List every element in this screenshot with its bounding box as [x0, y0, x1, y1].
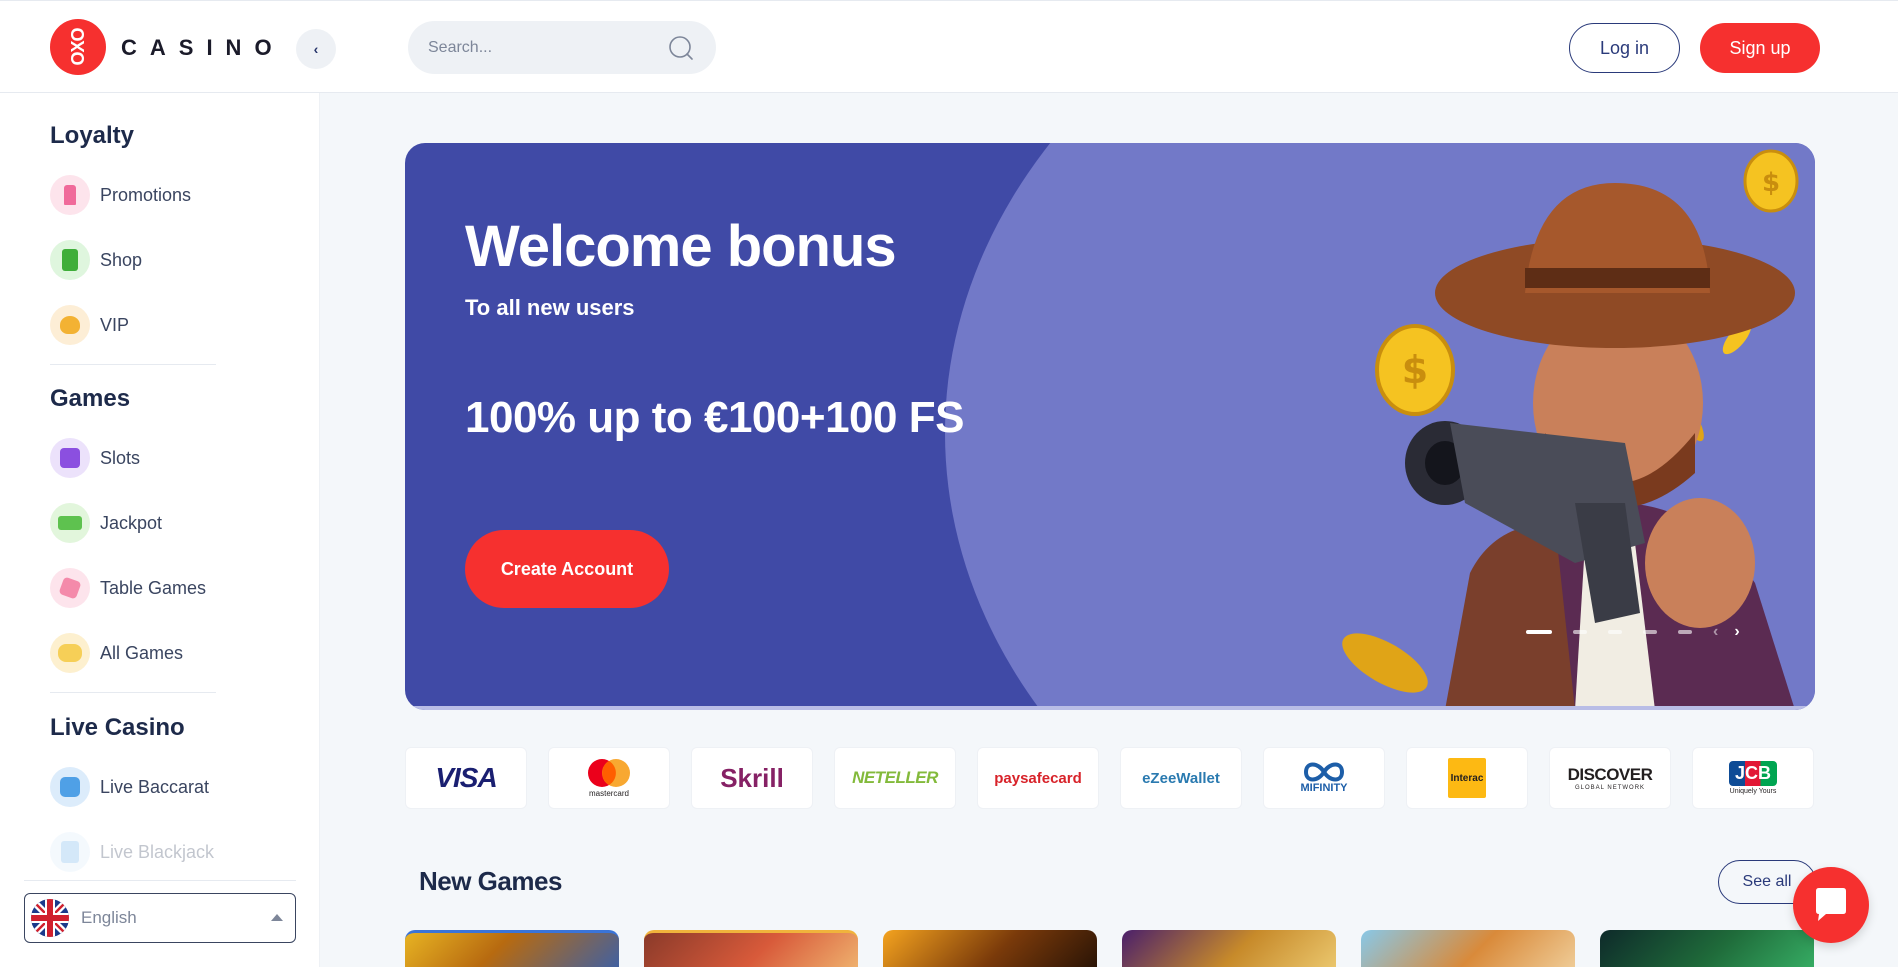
carousel-dot[interactable] [1678, 630, 1692, 634]
hero-banner[interactable]: $ $ Welcome bonus To all new users 100% … [405, 143, 1815, 710]
carousel-dot[interactable] [1526, 630, 1552, 634]
mastercard-label: mastercard [588, 789, 629, 798]
mastercard-icon [588, 759, 630, 787]
sidebar-item-label: VIP [100, 314, 130, 335]
vip-icon [50, 305, 90, 345]
payment-visa[interactable]: VISA [405, 747, 527, 809]
sidebar-item-label: Live Blackjack [100, 841, 215, 862]
payment-interac[interactable]: Interac [1406, 747, 1528, 809]
visa-logo: VISA [435, 762, 497, 793]
language-label: English [81, 908, 137, 927]
divider [24, 880, 296, 881]
section-title-loyalty: Loyalty [50, 122, 135, 149]
chat-button[interactable] [1793, 867, 1869, 943]
infinity-icon [1303, 762, 1345, 782]
sidebar-item-label: All Games [100, 642, 184, 663]
sidebar-item-live-blackjack[interactable]: Live Blackjack [50, 830, 214, 874]
payment-neteller[interactable]: NETELLER [834, 747, 956, 809]
payment-discover[interactable]: DISCOVER GLOBAL NETWORK [1549, 747, 1671, 809]
carousel-dot[interactable] [1643, 630, 1657, 634]
jackpot-icon [50, 503, 90, 543]
section-title-games: Games [50, 385, 131, 412]
payment-mifinity[interactable]: MIFINITY [1263, 747, 1385, 809]
mifinity-label: MIFINITY [1300, 782, 1348, 794]
neteller-logo: NETELLER [852, 768, 938, 787]
game-card[interactable] [405, 930, 619, 967]
paysafecard-logo: paysafecard [994, 769, 1082, 787]
payment-ezeewallet[interactable]: eZeeWallet [1120, 747, 1242, 809]
carousel-dot[interactable] [1573, 630, 1587, 634]
table-games-icon [50, 568, 90, 608]
interac-logo: Interac [1448, 758, 1486, 798]
game-card[interactable] [883, 930, 1097, 967]
shop-icon [50, 240, 90, 280]
language-select[interactable]: English [24, 893, 296, 943]
sidebar-item-shop[interactable]: Shop [50, 238, 142, 282]
sidebar: Loyalty Promotions Shop VIP Games Slots … [0, 93, 320, 967]
discover-logo: DISCOVER [1567, 765, 1653, 784]
ezeewallet-logo: eZeeWallet [1142, 769, 1220, 787]
search-box [408, 21, 716, 74]
payment-skrill[interactable]: Skrill [691, 747, 813, 809]
payment-mastercard[interactable]: mastercard [548, 747, 670, 809]
hero-offer: 100% up to €100+100 FS [465, 393, 964, 442]
carousel-dots: ‹ › [1526, 623, 1756, 641]
chevron-left-icon[interactable]: ‹ [1713, 623, 1718, 641]
slots-icon [50, 438, 90, 478]
top-header: OXO CASINO ‹ Log in Sign up [0, 0, 1898, 93]
payment-methods: VISA mastercard Skrill NETELLER paysafec… [405, 747, 1815, 809]
create-account-button[interactable]: Create Account [465, 530, 669, 608]
game-card[interactable] [1122, 930, 1336, 967]
sidebar-item-vip[interactable]: VIP [50, 303, 129, 347]
hero-title: Welcome bonus [465, 214, 897, 279]
chat-bubble-icon [1816, 888, 1846, 921]
collapse-sidebar-button[interactable]: ‹ [296, 29, 336, 69]
sidebar-item-label: Live Baccarat [100, 776, 210, 797]
signup-button[interactable]: Sign up [1700, 23, 1820, 73]
caret-up-icon [271, 914, 283, 921]
skrill-logo: Skrill [720, 762, 784, 793]
sidebar-item-label: Shop [100, 249, 143, 270]
game-card[interactable] [1600, 930, 1814, 967]
sidebar-item-label: Slots [100, 447, 141, 468]
jcb-logo: JCB [1728, 761, 1777, 786]
hero-subtitle: To all new users [465, 295, 635, 320]
sidebar-item-jackpot[interactable]: Jackpot [50, 501, 162, 545]
live-baccarat-icon [50, 767, 90, 807]
carousel-dot[interactable] [1608, 630, 1622, 634]
game-card[interactable] [644, 930, 858, 967]
live-blackjack-icon [50, 832, 90, 872]
sidebar-item-slots[interactable]: Slots [50, 436, 140, 480]
logo-icon[interactable]: OXO [50, 19, 106, 75]
divider [50, 364, 216, 365]
login-button[interactable]: Log in [1569, 23, 1680, 73]
sidebar-item-label: Table Games [100, 577, 207, 598]
payment-paysafecard[interactable]: paysafecard [977, 747, 1099, 809]
promotions-icon [50, 175, 90, 215]
svg-text:$: $ [1762, 168, 1780, 198]
new-games-title: New Games [419, 866, 562, 896]
hero-progress-line [405, 706, 1815, 710]
jcb-tagline: Uniquely Yours [1729, 788, 1777, 795]
chevron-right-icon[interactable]: › [1734, 623, 1739, 641]
svg-text:$: $ [1402, 348, 1428, 392]
search-input[interactable] [428, 21, 658, 74]
sidebar-item-live-baccarat[interactable]: Live Baccarat [50, 765, 209, 809]
all-games-icon [50, 633, 90, 673]
game-card[interactable] [1361, 930, 1575, 967]
sidebar-item-promotions[interactable]: Promotions [50, 173, 191, 217]
section-title-live-casino: Live Casino [50, 714, 185, 741]
discover-tagline: GLOBAL NETWORK [1574, 785, 1646, 791]
divider [50, 692, 216, 693]
sidebar-item-label: Promotions [100, 184, 192, 205]
chevron-left-icon: ‹ [313, 41, 319, 57]
payment-jcb[interactable]: JCB Uniquely Yours [1692, 747, 1814, 809]
sidebar-item-label: Jackpot [100, 512, 163, 533]
sidebar-item-table-games[interactable]: Table Games [50, 566, 206, 610]
uk-flag-icon [31, 899, 69, 937]
search-icon[interactable] [668, 35, 694, 61]
sidebar-item-all-games[interactable]: All Games [50, 631, 183, 675]
logo-text[interactable]: CASINO [121, 35, 285, 61]
